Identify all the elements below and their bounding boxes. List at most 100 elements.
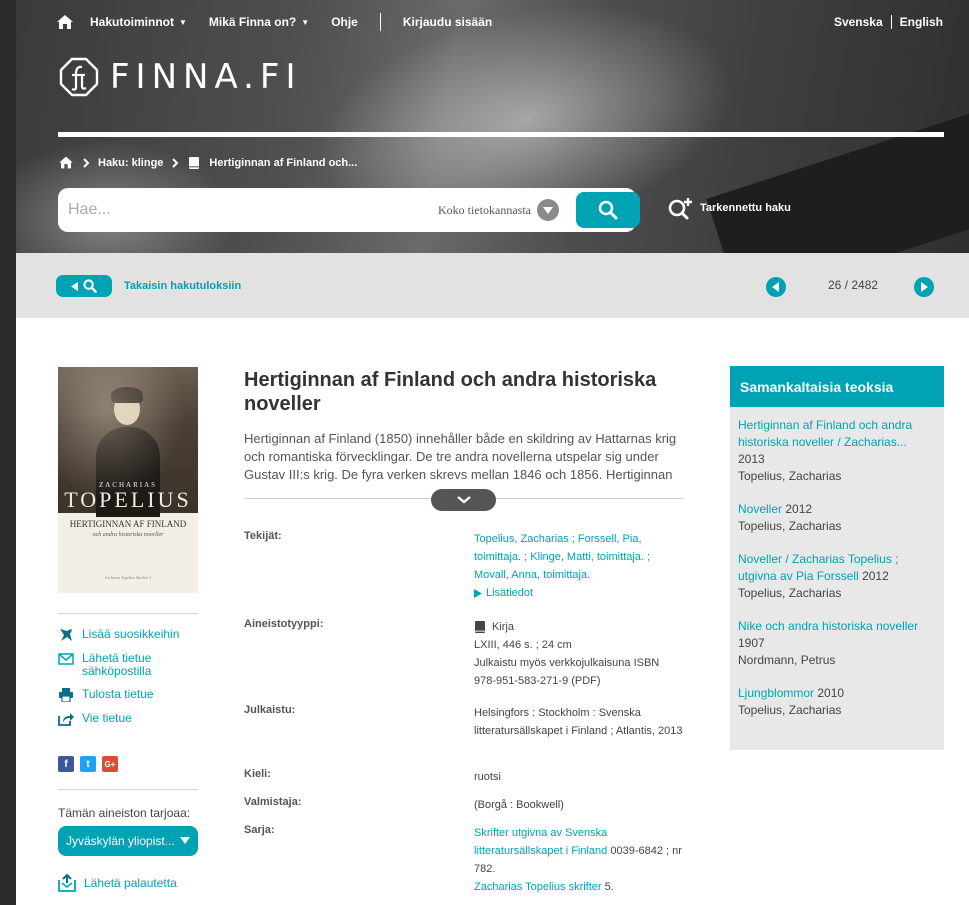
cover-title: HERTIGINNAN AF FINLAND (69, 519, 187, 529)
book-cover-image[interactable]: ZACHARIAS TOPELIUS HERTIGINNAN AF FINLAN… (58, 367, 198, 593)
email-record-link[interactable]: Lähetä tietue sähköpostilla (58, 652, 208, 678)
search-scope-label: Koko tietokannasta (438, 202, 531, 217)
list-item: Nike och andra historiska noveller 1907 … (738, 618, 936, 669)
similar-work-author: Topelius, Zacharias (738, 469, 842, 483)
similar-work-year: 2012 (782, 502, 813, 516)
export-record-label: Vie tietue (82, 711, 132, 725)
book-icon (189, 156, 200, 169)
nav-item-label: Mikä Finna on? (208, 15, 297, 29)
home-icon[interactable] (56, 13, 74, 31)
print-record-link[interactable]: Tulosta tietue (58, 688, 208, 702)
published-value: Helsingfors : Stockholm : Svenska litter… (474, 707, 683, 737)
top-navigation: Hakutoiminnot ▼ Mikä Finna on? ▼ Ohje Ki… (16, 0, 969, 44)
add-favorite-link[interactable]: Lisää suosikkeihin (58, 628, 208, 642)
caret-down-icon: ▼ (179, 17, 187, 27)
previous-record-button[interactable] (766, 277, 786, 297)
social-share: f t G+ (58, 756, 118, 772)
field-label: Sarja: (244, 824, 275, 836)
google-plus-icon[interactable]: G+ (102, 756, 118, 772)
finna-logo-icon (59, 57, 99, 97)
print-record-label: Tulosta tietue (82, 687, 154, 701)
search-button[interactable] (576, 192, 640, 228)
divider (58, 613, 198, 614)
language-value: ruotsi (474, 771, 501, 783)
pin-icon (60, 629, 72, 641)
export-icon (58, 713, 74, 726)
printer-icon (59, 688, 73, 702)
field-label: Julkaistu: (244, 704, 296, 716)
similar-work-link[interactable]: Noveller (738, 502, 782, 516)
nav-what-is-finna[interactable]: Mikä Finna on? ▼ (209, 15, 309, 29)
search-input[interactable] (68, 201, 408, 219)
similar-works-panel: Samankaltaisia teoksia Hertiginnan af Fi… (730, 366, 944, 750)
record-position: 26 / 2482 (828, 278, 879, 292)
field-label: Valmistaja: (244, 796, 302, 808)
field-label: Kieli: (244, 768, 271, 780)
field-label: Tekijät: (244, 530, 282, 542)
chevron-right-icon (83, 157, 90, 168)
similar-work-link[interactable]: Nike och andra historiska noveller (738, 619, 918, 633)
language-switcher: Svenska English (834, 0, 943, 44)
arrow-left-icon (772, 282, 779, 292)
series-link[interactable]: Zacharias Topelius skrifter (474, 881, 602, 893)
facebook-icon[interactable]: f (58, 756, 74, 772)
series-link[interactable]: Skrifter utgivna av Svenska litteratursä… (474, 827, 607, 857)
window-frame (0, 0, 16, 905)
cover-author-last: TOPELIUS (64, 487, 192, 512)
caret-down-icon (180, 837, 190, 844)
nav-search-tools[interactable]: Hakutoiminnot ▼ (90, 15, 187, 29)
next-record-button[interactable] (914, 277, 934, 297)
similar-work-year: 2010 (814, 686, 845, 700)
finna-logo[interactable]: FINNA.FI (58, 56, 302, 98)
similar-works-heading: Samankaltaisia teoksia (730, 366, 944, 407)
authors-links[interactable]: Topelius, Zacharias ; Forssell, Pia, toi… (474, 530, 684, 584)
similar-work-author: Nordmann, Petrus (738, 653, 836, 667)
login-label: Kirjaudu sisään (402, 15, 493, 29)
similar-work-link[interactable]: Ljungblommor (738, 686, 814, 700)
breadcrumb: Haku: klinge Hertiginnan af Finland och.… (58, 155, 357, 170)
nav-help[interactable]: Ohje (331, 15, 358, 29)
chevron-down-icon (456, 496, 471, 504)
export-record-link[interactable]: Vie tietue (58, 712, 208, 726)
provider-select[interactable]: Jyväskylän yliopist... (58, 826, 198, 856)
field-value: Kirja LXIII, 446 s. ; 24 cm Julkaistu my… (474, 618, 684, 690)
nav-item-label: Ohje (331, 15, 358, 29)
breadcrumb-search-link[interactable]: Haku: klinge (98, 157, 163, 169)
similar-works-list: Hertiginnan af Finland och andra histori… (730, 407, 944, 745)
chevron-right-icon (172, 157, 179, 168)
lang-english-link[interactable]: English (900, 15, 943, 29)
search-bar: Koko tietokannasta (58, 188, 640, 232)
add-favorite-label: Lisää suosikkeihin (82, 627, 180, 641)
back-to-results-link[interactable]: Takaisin hakutuloksiin (124, 280, 241, 292)
advanced-search-link[interactable]: Tarkennettu haku (668, 196, 791, 220)
cover-subtitle: och andra historiska noveller (92, 532, 164, 538)
envelope-icon (58, 653, 74, 665)
login-link[interactable]: Kirjaudu sisään (403, 15, 492, 29)
email-record-label: Lähetä tietue sähköpostilla (82, 651, 152, 678)
list-item: Noveller / Zacharias Topelius ; utgivna … (738, 551, 936, 602)
lang-separator (890, 15, 892, 29)
search-icon (598, 200, 618, 220)
divider (58, 789, 198, 790)
home-icon[interactable] (58, 155, 74, 170)
list-item: Noveller 2012 Topelius, Zacharias (738, 501, 936, 535)
back-to-results-button[interactable] (56, 275, 112, 297)
advanced-search-label: Tarkennettu haku (700, 202, 791, 214)
triangle-right-icon (474, 588, 482, 598)
record-summary: Hertiginnan af Finland (1850) innehåller… (244, 431, 677, 482)
search-scope-dropdown[interactable]: Koko tietokannasta (438, 188, 559, 232)
twitter-icon[interactable]: t (80, 756, 96, 772)
similar-work-year: 1907 (738, 636, 765, 650)
more-info-link[interactable]: Lisätiedot (474, 584, 684, 602)
field-value: Topelius, Zacharias ; Forssell, Pia, toi… (474, 530, 684, 602)
advanced-search-icon (668, 198, 692, 220)
format-value: Kirja (492, 621, 515, 633)
lang-swedish-link[interactable]: Svenska (834, 15, 883, 29)
series-number: 5. (601, 881, 614, 893)
caret-down-icon: ▼ (301, 17, 310, 27)
similar-work-link[interactable]: Hertiginnan af Finland och andra histori… (738, 418, 912, 449)
send-feedback-link[interactable]: Lähetä palautetta (58, 874, 177, 892)
nav-item-label: Hakutoiminnot (90, 15, 174, 29)
expand-summary-button[interactable] (431, 489, 496, 511)
finna-logo-text: FINNA.FI (110, 57, 302, 97)
